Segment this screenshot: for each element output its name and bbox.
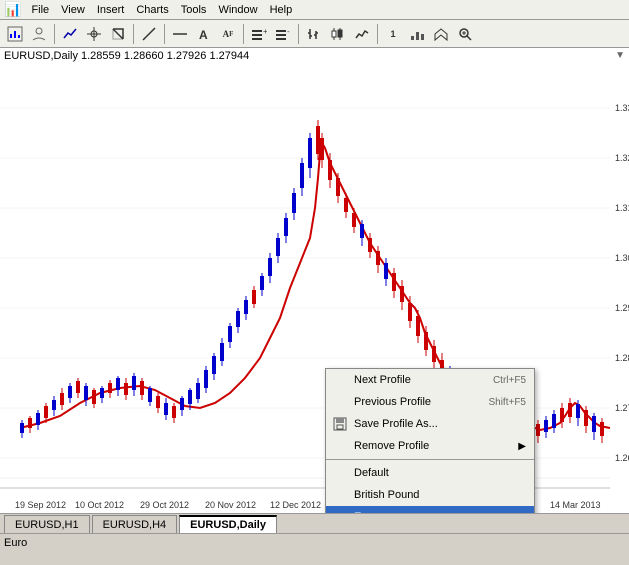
menu-tools[interactable]: Tools: [175, 2, 213, 18]
profiles-btn[interactable]: [28, 23, 50, 45]
menu-remove-profile[interactable]: Remove Profile ▶: [326, 435, 534, 457]
zoom-chart-btn[interactable]: [454, 23, 476, 45]
chart-area[interactable]: EURUSD,Daily 1.28559 1.28660 1.27926 1.2…: [0, 48, 629, 513]
svg-text:20 Nov 2012: 20 Nov 2012: [205, 500, 256, 510]
context-menu: Next Profile Ctrl+F5 Previous Profile Sh…: [325, 368, 535, 513]
zoom-in-btn[interactable]: +: [248, 23, 270, 45]
statusbar: Euro: [0, 533, 629, 551]
tabbar: EURUSD,H1 EURUSD,H4 EURUSD,Daily: [0, 513, 629, 533]
toolbar-sep-4: [243, 24, 244, 44]
next-profile-shortcut: Ctrl+F5: [493, 375, 526, 386]
tab-h1-label: EURUSD,H1: [15, 519, 79, 531]
svg-text:1.2700: 1.2700: [615, 403, 629, 413]
svg-text:1.3200: 1.3200: [615, 153, 629, 163]
arrow-btn[interactable]: [107, 23, 129, 45]
menubar: 📊 File View Insert Charts Tools Window H…: [0, 0, 629, 20]
toolbar-sep-6: [377, 24, 378, 44]
menu-help[interactable]: Help: [264, 2, 299, 18]
chart-title: EURUSD,Daily 1.28559 1.28660 1.27926 1.2…: [0, 48, 253, 64]
menu-next-profile[interactable]: Next Profile Ctrl+F5: [326, 369, 534, 391]
euro-label: Euro: [354, 511, 377, 513]
svg-text:1.3000: 1.3000: [615, 253, 629, 263]
fib-btn[interactable]: AF: [217, 23, 239, 45]
svg-text:14 Mar 2013: 14 Mar 2013: [550, 500, 601, 510]
period-btn[interactable]: 1: [382, 23, 404, 45]
svg-text:10 Oct 2012: 10 Oct 2012: [75, 500, 124, 510]
svg-text:19 Sep 2012: 19 Sep 2012: [15, 500, 66, 510]
next-profile-label: Next Profile: [354, 374, 411, 386]
svg-text:-: -: [287, 27, 290, 36]
menu-window[interactable]: Window: [212, 2, 263, 18]
svg-text:A: A: [199, 28, 208, 42]
crosshair-btn[interactable]: [83, 23, 105, 45]
menu-euro[interactable]: ✓ Euro: [326, 506, 534, 513]
tab-h4-label: EURUSD,H4: [103, 519, 167, 531]
bar-chart-btn[interactable]: [303, 23, 325, 45]
tab-eurusd-h1[interactable]: EURUSD,H1: [4, 515, 90, 533]
save-profile-label: Save Profile As...: [354, 418, 438, 430]
scroll-indicator: ▼: [615, 50, 625, 61]
text-btn[interactable]: A: [193, 23, 215, 45]
toolbar-sep-1: [54, 24, 55, 44]
menu-insert[interactable]: Insert: [91, 2, 131, 18]
menu-file[interactable]: File: [25, 2, 55, 18]
menu-view[interactable]: View: [55, 2, 91, 18]
autoscroll-btn[interactable]: [430, 23, 452, 45]
svg-text:1.3300: 1.3300: [615, 103, 629, 113]
tab-eurusd-daily[interactable]: EURUSD,Daily: [179, 515, 277, 533]
tab-daily-label: EURUSD,Daily: [190, 519, 266, 531]
svg-text:29 Oct 2012: 29 Oct 2012: [140, 500, 189, 510]
app-icon: 📊: [4, 1, 21, 18]
svg-text:1.2800: 1.2800: [615, 353, 629, 363]
line-chart-btn[interactable]: [351, 23, 373, 45]
default-label: Default: [354, 467, 389, 479]
svg-text:1.3100: 1.3100: [615, 203, 629, 213]
volume-btn[interactable]: [406, 23, 428, 45]
menu-save-profile[interactable]: Save Profile As...: [326, 413, 534, 435]
remove-profile-label: Remove Profile: [354, 440, 429, 452]
euro-check-icon: ✓: [334, 510, 344, 513]
toolbar-sep-2: [133, 24, 134, 44]
menu-british-pound[interactable]: British Pound: [326, 484, 534, 506]
toolbar-sep-3: [164, 24, 165, 44]
previous-profile-label: Previous Profile: [354, 396, 431, 408]
menu-default[interactable]: Default: [326, 462, 534, 484]
line-btn[interactable]: [138, 23, 160, 45]
previous-profile-shortcut: Shift+F5: [488, 397, 526, 408]
menu-previous-profile[interactable]: Previous Profile Shift+F5: [326, 391, 534, 413]
new-chart-btn[interactable]: [4, 23, 26, 45]
svg-text:1.2600: 1.2600: [615, 453, 629, 463]
zoom-out-btn[interactable]: -: [272, 23, 294, 45]
candle-btn[interactable]: [327, 23, 349, 45]
hline-btn[interactable]: [169, 23, 191, 45]
indicators-btn[interactable]: [59, 23, 81, 45]
menu-charts[interactable]: Charts: [130, 2, 174, 18]
toolbar: A AF + - 1: [0, 20, 629, 48]
tab-eurusd-h4[interactable]: EURUSD,H4: [92, 515, 178, 533]
menu-sep-1: [326, 459, 534, 460]
save-profile-icon: [332, 416, 348, 432]
remove-profile-arrow: ▶: [518, 441, 526, 452]
british-pound-label: British Pound: [354, 489, 419, 501]
svg-text:1.2900: 1.2900: [615, 303, 629, 313]
svg-text:12 Dec 2012: 12 Dec 2012: [270, 500, 321, 510]
status-text: Euro: [4, 537, 27, 549]
toolbar-sep-5: [298, 24, 299, 44]
svg-text:+: +: [263, 27, 267, 36]
